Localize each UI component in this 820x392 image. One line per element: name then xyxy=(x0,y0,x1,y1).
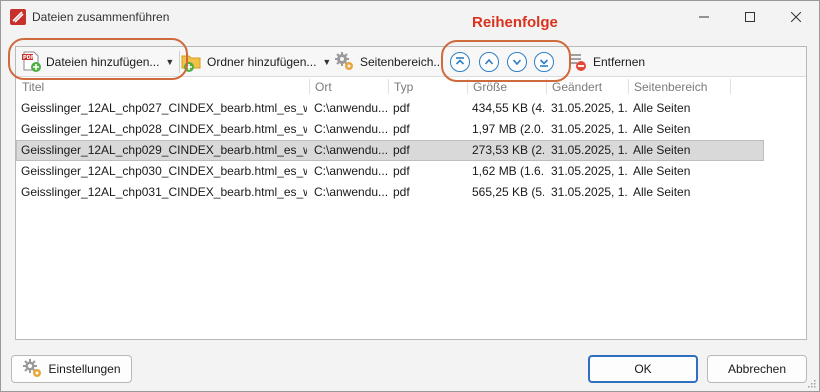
ok-button[interactable]: OK xyxy=(588,355,698,383)
move-to-bottom-button[interactable] xyxy=(534,52,554,72)
settings-label: Einstellungen xyxy=(48,362,121,376)
window-title: Dateien zusammenführen xyxy=(32,10,170,24)
cell-size: 434,55 KB (4... xyxy=(472,101,544,115)
cell-page-range: Alle Seiten xyxy=(633,101,691,115)
column-divider[interactable] xyxy=(467,79,468,94)
cell-size: 565,25 KB (5... xyxy=(472,185,544,199)
add-pdf-file-icon: PDF xyxy=(22,51,41,72)
table-row[interactable]: Geisslinger_12AL_chp028_CINDEX_bearb.htm… xyxy=(16,119,764,140)
move-down-button[interactable] xyxy=(507,52,527,72)
page-range-label: Seitenbereich... xyxy=(360,55,444,69)
remove-button[interactable]: Entfernen xyxy=(567,49,645,75)
column-divider[interactable] xyxy=(388,79,389,94)
cell-title: Geisslinger_12AL_chp030_CINDEX_bearb.htm… xyxy=(21,164,307,178)
cell-page-range: Alle Seiten xyxy=(633,185,691,199)
cell-location: C:\anwendu... xyxy=(314,164,388,178)
maximize-button[interactable] xyxy=(727,1,773,33)
resize-grip-icon[interactable] xyxy=(806,378,816,388)
column-header-location[interactable]: Ort xyxy=(315,80,332,94)
add-folder-icon xyxy=(181,55,201,72)
toolbar: PDF Dateien hinzufügen... ▼ Ordner hinzu… xyxy=(16,47,806,77)
cell-modified: 31.05.2025, 1... xyxy=(551,122,627,136)
add-folder-label: Ordner hinzufügen... xyxy=(207,55,317,69)
cell-type: pdf xyxy=(393,164,410,178)
chevron-down-icon[interactable]: ▼ xyxy=(322,57,331,67)
cell-page-range: Alle Seiten xyxy=(633,164,691,178)
remove-item-icon xyxy=(569,54,586,71)
cell-title: Geisslinger_12AL_chp031_CINDEX_bearb.htm… xyxy=(21,185,307,199)
close-icon xyxy=(791,12,801,22)
cancel-label: Abbrechen xyxy=(727,362,787,376)
table-header: Titel Ort Typ Größe Geändert Seitenberei… xyxy=(16,78,806,95)
column-divider[interactable] xyxy=(309,79,310,94)
column-divider[interactable] xyxy=(628,79,629,94)
column-header-modified[interactable]: Geändert xyxy=(552,80,602,94)
move-up-button[interactable] xyxy=(479,52,499,72)
cell-location: C:\anwendu... xyxy=(314,185,388,199)
cell-type: pdf xyxy=(393,122,410,136)
cell-type: pdf xyxy=(393,101,410,115)
app-logo-icon xyxy=(10,9,26,25)
table-row[interactable]: Geisslinger_12AL_chp030_CINDEX_bearb.htm… xyxy=(16,161,764,182)
table-row[interactable]: Geisslinger_12AL_chp031_CINDEX_bearb.htm… xyxy=(16,182,764,203)
order-annotation-label: Reihenfolge xyxy=(472,14,558,31)
ok-label: OK xyxy=(634,362,652,376)
close-button[interactable] xyxy=(773,1,819,33)
column-divider[interactable] xyxy=(730,79,731,94)
column-header-page-range[interactable]: Seitenbereich xyxy=(634,80,707,94)
cell-size: 1,62 MB (1.6... xyxy=(472,164,544,178)
cell-size: 1,97 MB (2.0... xyxy=(472,122,544,136)
remove-label: Entfernen xyxy=(593,55,646,69)
file-list-panel: PDF Dateien hinzufügen... ▼ Ordner hinzu… xyxy=(15,46,807,340)
chevron-down-icon xyxy=(512,59,522,66)
add-files-label: Dateien hinzufügen... xyxy=(46,55,160,69)
cell-title: Geisslinger_12AL_chp029_CINDEX_bearb.htm… xyxy=(21,143,307,157)
page-range-button[interactable]: Seitenbereich... xyxy=(334,49,443,75)
cell-type: pdf xyxy=(393,185,410,199)
toolbar-separator xyxy=(179,51,180,73)
chevron-down-icon[interactable]: ▼ xyxy=(165,57,174,67)
cell-title: Geisslinger_12AL_chp028_CINDEX_bearb.htm… xyxy=(21,122,307,136)
cell-modified: 31.05.2025, 1... xyxy=(551,101,627,115)
add-files-button[interactable]: PDF Dateien hinzufügen... ▼ xyxy=(22,49,174,75)
minimize-icon xyxy=(699,16,709,18)
title-bar[interactable]: Dateien zusammenführen xyxy=(1,1,819,33)
cell-size: 273,53 KB (2... xyxy=(472,143,544,157)
move-to-top-icon xyxy=(455,57,465,65)
move-to-top-button[interactable] xyxy=(450,52,470,72)
cancel-button[interactable]: Abbrechen xyxy=(707,355,807,383)
column-header-title[interactable]: Titel xyxy=(22,80,44,94)
add-folder-button[interactable]: Ordner hinzufügen... ▼ xyxy=(181,49,331,75)
cell-location: C:\anwendu... xyxy=(314,101,388,115)
settings-button[interactable]: Einstellungen xyxy=(11,355,132,383)
table-row[interactable]: Geisslinger_12AL_chp029_CINDEX_bearb.htm… xyxy=(16,140,764,161)
cell-modified: 31.05.2025, 1... xyxy=(551,185,627,199)
column-header-type[interactable]: Typ xyxy=(394,80,413,94)
merge-files-dialog: Dateien zusammenführen Reihenfolge PDF D… xyxy=(0,0,820,392)
cell-title: Geisslinger_12AL_chp027_CINDEX_bearb.htm… xyxy=(21,101,307,115)
gear-icon xyxy=(23,359,42,377)
table-row[interactable]: Geisslinger_12AL_chp027_CINDEX_bearb.htm… xyxy=(16,98,764,119)
cell-modified: 31.05.2025, 1... xyxy=(551,143,627,157)
svg-text:PDF: PDF xyxy=(23,55,34,61)
cell-location: C:\anwendu... xyxy=(314,122,388,136)
cell-page-range: Alle Seiten xyxy=(633,143,691,157)
cell-type: pdf xyxy=(393,143,410,157)
column-divider[interactable] xyxy=(546,79,547,94)
cell-location: C:\anwendu... xyxy=(314,143,388,157)
minimize-button[interactable] xyxy=(681,1,727,33)
cell-modified: 31.05.2025, 1... xyxy=(551,164,627,178)
cell-page-range: Alle Seiten xyxy=(633,122,691,136)
move-to-bottom-icon xyxy=(539,59,549,67)
chevron-up-icon xyxy=(484,58,494,65)
column-header-size[interactable]: Größe xyxy=(473,80,507,94)
gear-icon xyxy=(335,52,353,70)
maximize-icon xyxy=(745,12,755,22)
